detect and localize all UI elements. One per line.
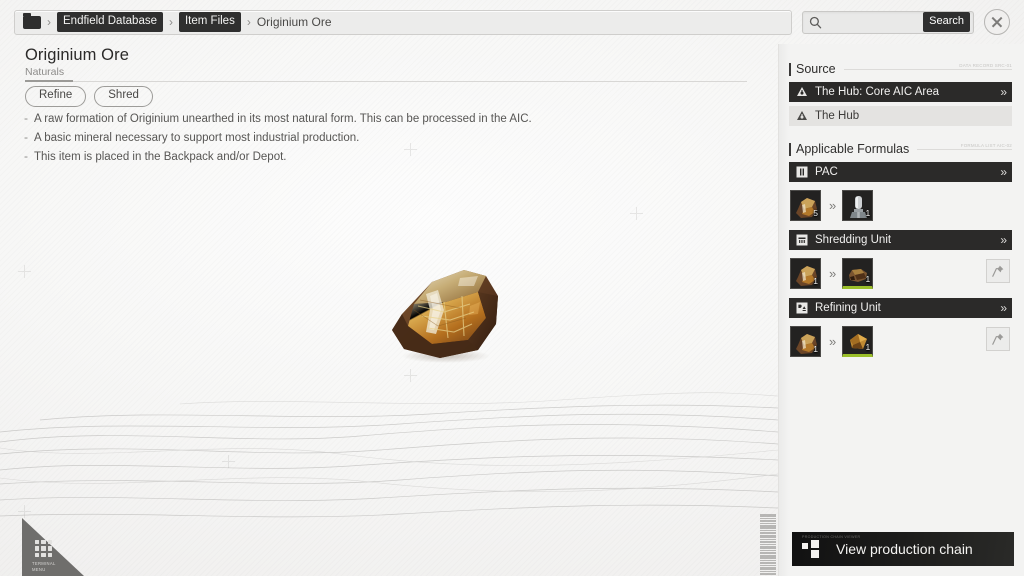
tag-shred[interactable]: Shred [94, 86, 153, 107]
search-icon [809, 16, 822, 29]
shredder-icon [795, 234, 808, 247]
breadcrumb-separator: › [47, 16, 51, 28]
recipe-input-slot[interactable]: 5 [790, 190, 821, 221]
formula-entry-pac[interactable]: PAC » [789, 162, 1012, 182]
item-detail-pane: Originium Ore Naturals Refine Shred A ra… [0, 44, 778, 576]
close-icon[interactable] [984, 9, 1010, 35]
recipe-output-slot[interactable]: 1 [842, 258, 873, 289]
recipe-output-slot[interactable]: 1 [842, 326, 873, 357]
formula-entry-label: Refining Unit [815, 302, 1000, 314]
search-input[interactable] [826, 16, 923, 28]
formulas-section-title: Applicable Formulas [796, 142, 909, 156]
view-production-chain-button[interactable]: PRODUCTION CHAIN VIEWER View production … [792, 532, 1014, 566]
production-button-label: View production chain [836, 541, 973, 557]
side-panel: Source DATA RECORD SRC-01 The Hub: Core … [778, 44, 1024, 576]
recipe-input-qty: 1 [813, 276, 818, 287]
source-entry-the-hub[interactable]: The Hub [789, 106, 1012, 126]
contour-decoration [0, 374, 778, 574]
recipe-input-slot[interactable]: 1 [790, 326, 821, 357]
chevron-right-icon: » [1000, 86, 1006, 98]
formula-recipe-pac: 5 » 1 [790, 188, 1012, 222]
section-accent-bar [789, 143, 791, 156]
originium-ore-artwork [374, 252, 516, 364]
description-line: This item is placed in the Backpack and/… [22, 148, 722, 167]
page-title: Originium Ore [25, 46, 129, 65]
location-marker-icon [795, 86, 808, 99]
source-entry-label: The Hub [815, 110, 1006, 122]
description-line: A basic mineral necessary to support mos… [22, 129, 722, 148]
refinery-icon [795, 302, 808, 315]
recipe-output-qty: 1 [866, 274, 871, 285]
section-accent-bar [789, 63, 791, 76]
source-section-header: Source DATA RECORD SRC-01 [789, 62, 1012, 76]
folder-icon [23, 16, 41, 29]
chevron-right-icon: » [1000, 234, 1006, 246]
chevron-right-icon: » [1000, 166, 1006, 178]
item-category: Naturals [25, 66, 64, 78]
tag-refine[interactable]: Refine [25, 86, 86, 107]
item-database-window: › Endfield Database › Item Files › Origi… [0, 0, 1024, 576]
title-divider-accent [25, 80, 73, 83]
breadcrumb-separator: › [169, 16, 173, 28]
grid-menu-icon [35, 540, 52, 557]
pac-machine-icon [795, 166, 808, 179]
top-bar: › Endfield Database › Item Files › Origi… [0, 0, 1024, 44]
source-entry-core-aic-area[interactable]: The Hub: Core AIC Area » [789, 82, 1012, 102]
source-entry-label: The Hub: Core AIC Area [815, 86, 1000, 98]
pin-icon[interactable] [986, 259, 1010, 283]
source-section-title: Source [796, 62, 836, 76]
search-button[interactable]: Search [923, 12, 970, 32]
source-section-decor: DATA RECORD SRC-01 [959, 63, 1012, 69]
item-tag-row: Refine Shred [25, 86, 153, 107]
recipe-arrow-icon: » [829, 198, 834, 213]
formula-entry-label: Shredding Unit [815, 234, 1000, 246]
recipe-arrow-icon: » [829, 334, 834, 349]
formulas-section-decor: FORMULA LIST AIC-02 [961, 143, 1012, 149]
pin-icon[interactable] [986, 327, 1010, 351]
node-graph-icon [802, 540, 824, 558]
terminal-menu-tab[interactable]: TERMINAL MENU [22, 518, 84, 576]
description-line: A raw formation of Originium unearthed i… [22, 110, 722, 129]
breadcrumb: › Endfield Database › Item Files › Origi… [14, 10, 792, 35]
recipe-input-qty: 5 [813, 208, 818, 219]
recipe-output-qty: 1 [866, 342, 871, 353]
formulas-section-header: Applicable Formulas FORMULA LIST AIC-02 [789, 142, 1012, 156]
recipe-input-qty: 1 [813, 344, 818, 355]
location-marker-icon [795, 110, 808, 123]
recipe-arrow-icon: » [829, 266, 834, 281]
formula-recipe-refining-unit: 1 » 1 [790, 324, 1012, 358]
recipe-output-slot[interactable]: 1 [842, 190, 873, 221]
search-box[interactable]: Search [802, 11, 974, 34]
breadcrumb-item-endfield-database[interactable]: Endfield Database [57, 12, 163, 33]
breadcrumb-separator: › [247, 16, 251, 28]
production-button-sublabel: PRODUCTION CHAIN VIEWER [802, 535, 860, 539]
breadcrumb-item-current: Originium Ore [257, 15, 332, 29]
formula-entry-shredding-unit[interactable]: Shredding Unit » [789, 230, 1012, 250]
recipe-output-qty: 1 [866, 208, 871, 219]
barcode-decoration [760, 514, 776, 576]
corner-tab-label: TERMINAL MENU [32, 561, 66, 572]
title-divider [25, 81, 747, 82]
formula-recipe-shredding-unit: 1 » 1 [790, 256, 1012, 290]
chevron-right-icon: » [1000, 302, 1006, 314]
formula-entry-label: PAC [815, 166, 1000, 178]
formula-entry-refining-unit[interactable]: Refining Unit » [789, 298, 1012, 318]
item-description-list: A raw formation of Originium unearthed i… [22, 110, 722, 167]
recipe-input-slot[interactable]: 1 [790, 258, 821, 289]
breadcrumb-item-item-files[interactable]: Item Files [179, 12, 241, 33]
